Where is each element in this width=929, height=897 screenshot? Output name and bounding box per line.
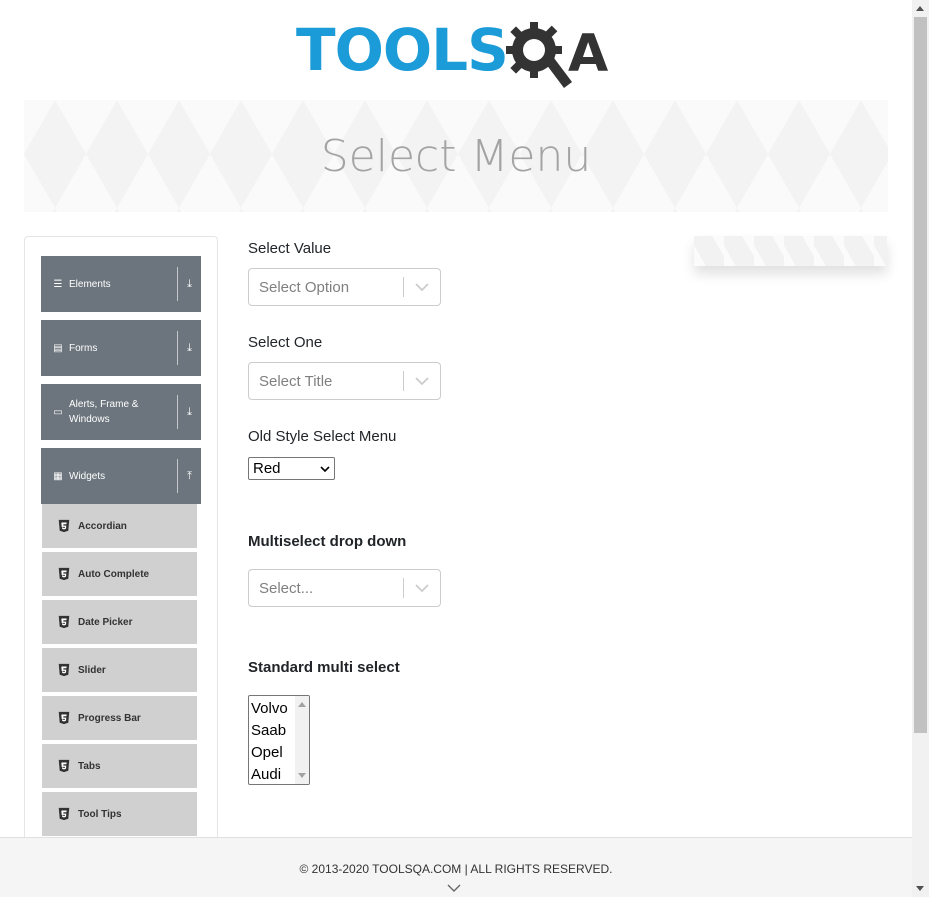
download-icon: ⤓	[187, 405, 192, 418]
select-one-placeholder: Select Title	[259, 372, 333, 390]
sidebar-item-label: Auto Complete	[78, 568, 150, 580]
logo-text-a: A	[568, 24, 608, 84]
scroll-down-arrow-icon[interactable]	[916, 886, 924, 891]
multi-select-option[interactable]: Saab	[251, 720, 288, 742]
sidebar-item-label: Progress Bar	[78, 712, 141, 724]
select-one-label: Select One	[248, 334, 323, 351]
window-icon: ▭	[53, 406, 63, 418]
chevron-down-icon[interactable]	[404, 584, 440, 592]
old-style-select[interactable]: Red	[248, 457, 335, 480]
gear-magnifier-icon	[506, 22, 572, 88]
page-scrollbar[interactable]	[912, 0, 929, 897]
old-style-select-value: Red	[253, 460, 281, 477]
sidebar-item-label: Date Picker	[78, 616, 133, 628]
menu-icon: ☰	[53, 278, 63, 290]
page-title: Select Menu	[320, 130, 592, 182]
sidebar-item-date-picker[interactable]: Date Picker	[42, 600, 197, 646]
page-banner: Select Menu	[24, 100, 888, 212]
sidebar-item-progress-bar[interactable]: Progress Bar	[42, 696, 197, 742]
html5-icon	[58, 759, 70, 773]
scroll-up-arrow-icon[interactable]	[298, 702, 306, 707]
html5-icon	[58, 663, 70, 677]
multi-select-option[interactable]: Opel	[251, 742, 288, 764]
sidebar-item-slider[interactable]: Slider	[42, 648, 197, 694]
sidebar: ☰ Elements ⤓ ▤ Forms ⤓ ▭ Alerts, Frame &…	[24, 236, 218, 876]
multiselect-dropdown[interactable]: Select...	[248, 569, 441, 607]
multiselect-label: Multiselect drop down	[248, 533, 407, 550]
scrollbar-thumb[interactable]	[914, 17, 927, 733]
chevron-down-icon	[316, 465, 334, 472]
sidebar-item-label: Tabs	[78, 760, 101, 772]
sidebar-item-auto-complete[interactable]: Auto Complete	[42, 552, 197, 598]
sidebar-group-widgets[interactable]: ▦ Widgets ⤒	[41, 448, 201, 504]
sidebar-group-alerts[interactable]: ▭ Alerts, Frame & Windows ⤓	[41, 384, 201, 440]
ad-placeholder	[694, 236, 887, 266]
logo-text-tools: TOOLS	[296, 16, 509, 84]
select-value-dropdown[interactable]: Select Option	[248, 268, 441, 306]
sidebar-group-elements[interactable]: ☰ Elements ⤓	[41, 256, 201, 312]
html5-icon	[58, 711, 70, 725]
old-style-select-label: Old Style Select Menu	[248, 428, 397, 445]
footer: © 2013-2020 TOOLSQA.COM | ALL RIGHTS RES…	[0, 837, 912, 897]
html5-icon	[58, 567, 70, 581]
standard-multi-select-label: Standard multi select	[248, 659, 400, 676]
scroll-down-arrow-icon[interactable]	[298, 773, 306, 778]
sidebar-group-label: Widgets	[69, 470, 106, 482]
sidebar-group-label: Alerts, Frame & Windows	[69, 399, 139, 425]
multiselect-placeholder: Select...	[259, 579, 314, 597]
sidebar-group-forms[interactable]: ▤ Forms ⤓	[41, 320, 201, 376]
form-icon: ▤	[53, 342, 63, 354]
download-icon: ⤓	[187, 277, 192, 290]
standard-multi-select[interactable]: Volvo Saab Opel Audi	[248, 695, 310, 785]
sidebar-item-label: Tool Tips	[78, 808, 122, 820]
select-value-label: Select Value	[248, 240, 332, 257]
toolsqa-logo[interactable]: TOOLS A	[296, 16, 622, 92]
download-icon: ⤓	[187, 341, 192, 354]
list-scrollbar[interactable]	[295, 696, 309, 784]
select-one-dropdown[interactable]: Select Title	[248, 362, 441, 400]
html5-icon	[58, 519, 70, 533]
sidebar-item-accordian[interactable]: Accordian	[42, 504, 197, 550]
html5-icon	[58, 807, 70, 821]
sidebar-item-label: Slider	[78, 664, 106, 676]
sidebar-item-tabs[interactable]: Tabs	[42, 744, 197, 790]
select-value-placeholder: Select Option	[259, 278, 350, 296]
chevron-down-icon[interactable]	[447, 884, 461, 892]
sidebar-item-tool-tips[interactable]: Tool Tips	[42, 792, 197, 838]
grid-icon: ▦	[53, 470, 63, 482]
sidebar-group-label: Forms	[69, 342, 98, 354]
chevron-down-icon[interactable]	[404, 283, 440, 291]
scroll-up-arrow-icon[interactable]	[916, 6, 924, 11]
html5-icon	[58, 615, 70, 629]
chevron-down-icon[interactable]	[404, 377, 440, 385]
multi-select-option[interactable]: Volvo	[251, 698, 288, 720]
sidebar-item-label: Accordian	[78, 520, 127, 532]
sidebar-group-label: Elements	[69, 278, 111, 290]
copyright-text: © 2013-2020 TOOLSQA.COM | ALL RIGHTS RES…	[299, 862, 613, 876]
multi-select-option[interactable]: Audi	[251, 764, 288, 784]
upload-icon: ⤒	[187, 469, 192, 482]
